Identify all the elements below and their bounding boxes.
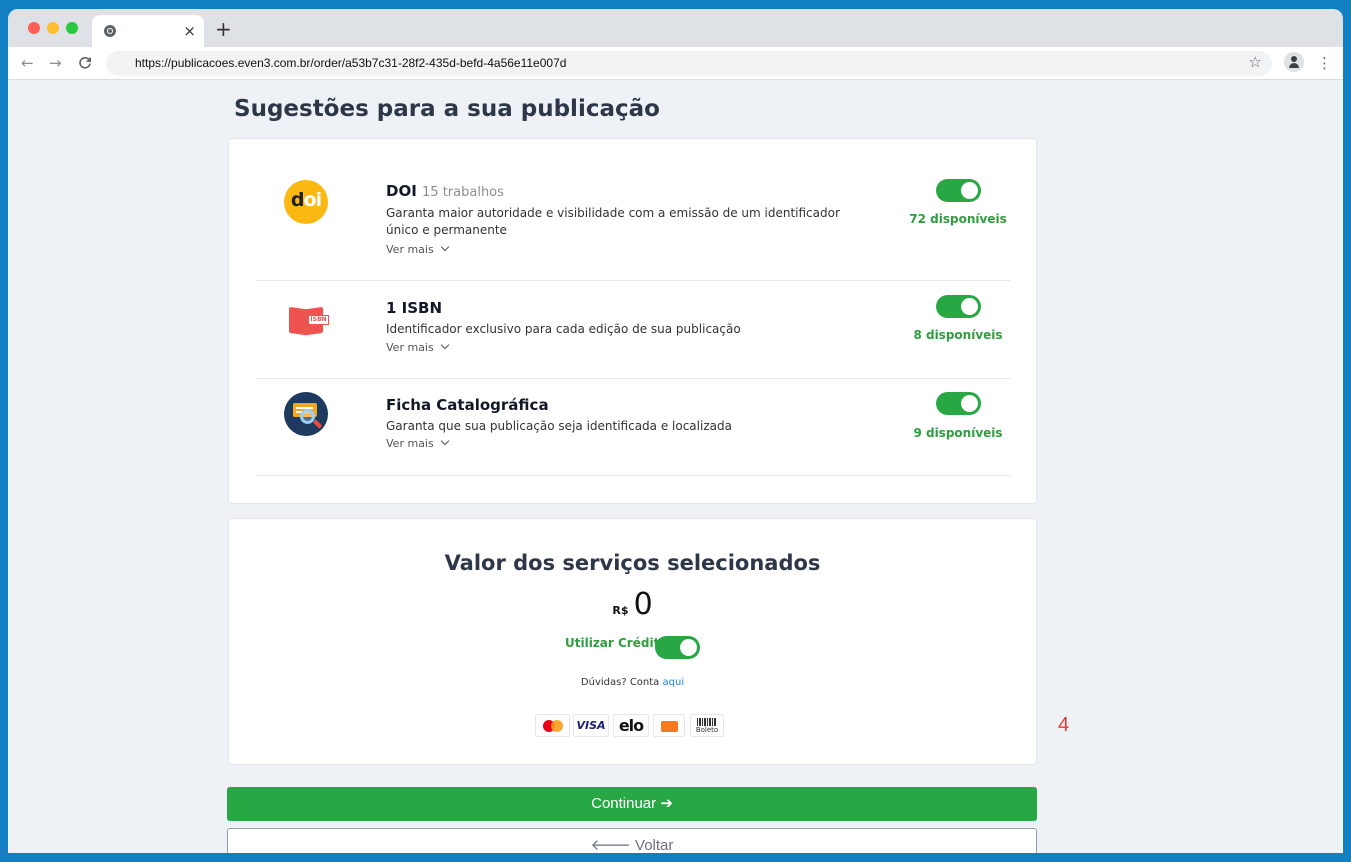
service-description: Garanta maior autoridade e visibilidade … bbox=[386, 206, 840, 237]
page-content: Sugestões para a sua publicação doi DOI … bbox=[8, 81, 1343, 853]
browser-menu-icon[interactable]: ⋮ bbox=[1317, 53, 1332, 73]
currency-symbol: R$ bbox=[612, 604, 629, 617]
total-price: R$ 0 bbox=[229, 587, 1036, 622]
address-toolbar: ← → https://publicacoes.even3.com.br/ord… bbox=[8, 47, 1343, 80]
service-description: Garanta que sua publicação seja identifi… bbox=[386, 419, 732, 433]
close-window-button[interactable] bbox=[28, 22, 40, 34]
maximize-window-button[interactable] bbox=[66, 22, 78, 34]
browser-window: × + ← → https://publicacoes.even3.com.br… bbox=[8, 9, 1343, 853]
catalog-card-toggle[interactable] bbox=[936, 392, 981, 415]
services-card: doi DOI 15 trabalhos Garanta maior autor… bbox=[228, 138, 1037, 504]
reload-icon bbox=[79, 56, 91, 69]
continue-button[interactable]: Continuar ➔ bbox=[227, 787, 1037, 821]
doi-icon: doi bbox=[284, 180, 328, 224]
tab-close-button[interactable]: × bbox=[183, 22, 196, 40]
use-credit-label: Utilizar Crédito bbox=[565, 636, 668, 650]
visa-icon: VISA bbox=[573, 714, 609, 737]
step-annotation: 4 bbox=[1058, 714, 1070, 736]
chevron-down-icon bbox=[440, 242, 449, 252]
total-card: Valor dos serviços selecionados R$ 0 Uti… bbox=[228, 518, 1037, 765]
new-tab-button[interactable]: + bbox=[215, 19, 232, 39]
back-button[interactable]: ← bbox=[21, 53, 34, 73]
page-title: Sugestões para a sua publicação bbox=[234, 96, 660, 122]
url-text: https://publicacoes.even3.com.br/order/a… bbox=[135, 56, 567, 70]
elo-icon: elo bbox=[613, 714, 649, 737]
boleto-icon: Boleto bbox=[690, 714, 724, 737]
total-title: Valor dos serviços selecionados bbox=[444, 551, 821, 575]
service-row-catalog-card: Ficha Catalográfica Garanta que sua publ… bbox=[256, 379, 1010, 476]
back-page-button[interactable]: 🡐 Voltar bbox=[227, 828, 1037, 853]
help-text: Dúvidas? Conta aqui bbox=[580, 677, 685, 688]
available-count: 9 disponíveis bbox=[913, 426, 1003, 440]
service-description: Identificador exclusivo para cada edição… bbox=[386, 322, 741, 336]
browser-tab[interactable]: × bbox=[92, 15, 204, 47]
chevron-down-icon bbox=[440, 436, 449, 446]
hipercard-icon bbox=[653, 714, 685, 737]
reload-button[interactable] bbox=[78, 53, 92, 75]
service-name: 1 ISBN bbox=[386, 299, 443, 317]
service-count: 15 trabalhos bbox=[422, 185, 504, 200]
bookmark-star-icon[interactable]: ☆ bbox=[1249, 53, 1262, 71]
available-count: 72 disponíveis bbox=[909, 212, 1007, 226]
address-bar[interactable]: https://publicacoes.even3.com.br/order/a… bbox=[106, 51, 1272, 76]
doi-toggle[interactable] bbox=[936, 179, 981, 202]
help-link[interactable]: aqui bbox=[663, 677, 685, 688]
forward-button[interactable]: → bbox=[49, 53, 62, 73]
use-credit-toggle[interactable] bbox=[655, 636, 700, 659]
service-name: DOI 15 trabalhos bbox=[386, 182, 504, 200]
chrome-icon bbox=[104, 25, 116, 37]
available-count: 8 disponíveis bbox=[913, 328, 1003, 342]
service-row-isbn: ISBN 1 ISBN Identificador exclusivo para… bbox=[256, 281, 1010, 379]
see-more-link[interactable]: Ver mais bbox=[386, 436, 449, 450]
isbn-book-icon: ISBN bbox=[284, 299, 329, 343]
profile-avatar-icon[interactable] bbox=[1284, 52, 1304, 72]
minimize-window-button[interactable] bbox=[47, 22, 59, 34]
service-name: Ficha Catalográfica bbox=[386, 396, 549, 414]
isbn-toggle[interactable] bbox=[936, 295, 981, 318]
price-amount: 0 bbox=[633, 587, 653, 622]
service-row-doi: doi DOI 15 trabalhos Garanta maior autor… bbox=[256, 139, 1010, 281]
mastercard-icon bbox=[535, 714, 570, 737]
see-more-link[interactable]: Ver mais bbox=[386, 242, 449, 256]
tab-strip: × + bbox=[8, 9, 1343, 47]
chevron-down-icon bbox=[440, 340, 449, 350]
catalog-card-icon bbox=[284, 392, 328, 436]
see-more-link[interactable]: Ver mais bbox=[386, 340, 449, 354]
